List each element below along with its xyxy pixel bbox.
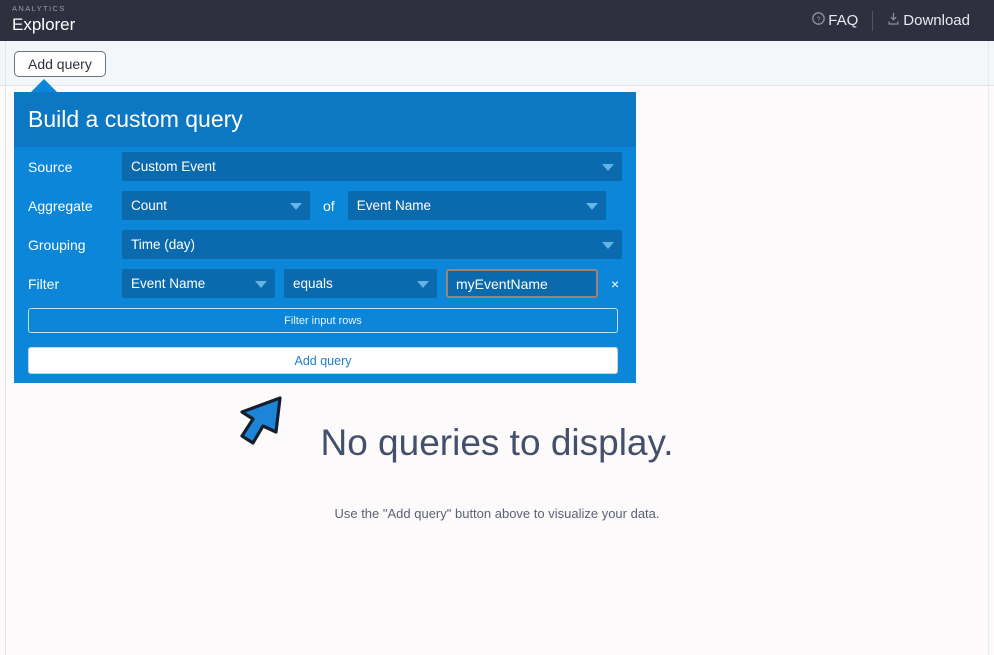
grouping-select[interactable]: Time (day) [122, 230, 622, 259]
filter-field-select[interactable]: Event Name [122, 269, 275, 298]
page-title: Explorer [12, 15, 76, 34]
filter-input-rows-button[interactable]: Filter input rows [28, 308, 618, 333]
empty-state-title: No queries to display. [320, 422, 674, 463]
chevron-down-icon [585, 202, 598, 210]
chevron-down-icon [255, 280, 267, 288]
chevron-down-icon [417, 280, 429, 288]
source-select[interactable]: Custom Event [122, 152, 622, 181]
download-label: Download [903, 12, 970, 29]
download-icon [887, 12, 900, 30]
top-bar-divider [872, 10, 874, 31]
grouping-select-value: Time (day) [131, 237, 196, 252]
download-link[interactable]: Download [877, 12, 980, 30]
filter-operator-select[interactable]: equals [284, 269, 437, 298]
top-bar-actions: ? FAQ Download [802, 0, 980, 41]
filter-label: Filter [28, 275, 60, 292]
aggregate-label: Aggregate [28, 197, 93, 214]
aggregate-row: Aggregate Count of Event Name [14, 186, 636, 225]
filter-value-input[interactable] [446, 269, 598, 298]
aggregate-function-select[interactable]: Count [122, 191, 310, 220]
page-frame-left-border [5, 41, 6, 655]
faq-label: FAQ [828, 12, 859, 29]
aggregate-field-value: Event Name [356, 198, 431, 213]
app-root: ANALYTICS Explorer ? FAQ Download Add qu… [0, 0, 994, 655]
page-frame-right-border [988, 41, 989, 655]
remove-filter-button[interactable]: × [607, 277, 623, 291]
source-label: Source [28, 158, 73, 175]
source-row: Source Custom Event [14, 147, 636, 186]
brand: ANALYTICS Explorer [12, 3, 75, 36]
toolbar: Add query [0, 41, 994, 86]
chevron-down-icon [290, 202, 302, 210]
aggregate-field-select[interactable]: Event Name [347, 191, 606, 220]
add-query-toggle-button[interactable]: Add query [14, 51, 106, 77]
query-builder-panel: Build a custom query Source Custom Event… [14, 92, 636, 383]
brand-eyebrow: ANALYTICS [12, 4, 66, 13]
faq-link[interactable]: ? FAQ [802, 12, 868, 29]
empty-state-subtitle: Use the "Add query" button above to visu… [334, 506, 660, 521]
add-query-submit-button[interactable]: Add query [28, 347, 618, 374]
source-select-value: Custom Event [131, 159, 216, 174]
aggregate-function-value: Count [131, 198, 168, 213]
chevron-down-icon [602, 241, 614, 249]
filter-operator-value: equals [293, 276, 333, 291]
filter-field-value: Event Name [131, 276, 206, 291]
svg-text:?: ? [817, 14, 821, 23]
empty-state: No queries to display. Use the "Add quer… [0, 418, 994, 521]
grouping-label: Grouping [28, 236, 86, 253]
filter-row: Filter Event Name equals × [14, 264, 636, 303]
panel-pointer-arrow [31, 79, 57, 92]
panel-header: Build a custom query [14, 92, 636, 147]
top-bar: ANALYTICS Explorer ? FAQ Download [0, 0, 994, 41]
grouping-row: Grouping Time (day) [14, 225, 636, 264]
question-circle-icon: ? [812, 12, 826, 29]
panel-title: Build a custom query [28, 106, 243, 132]
chevron-down-icon [602, 163, 614, 171]
aggregate-joiner-text: of [323, 197, 335, 214]
